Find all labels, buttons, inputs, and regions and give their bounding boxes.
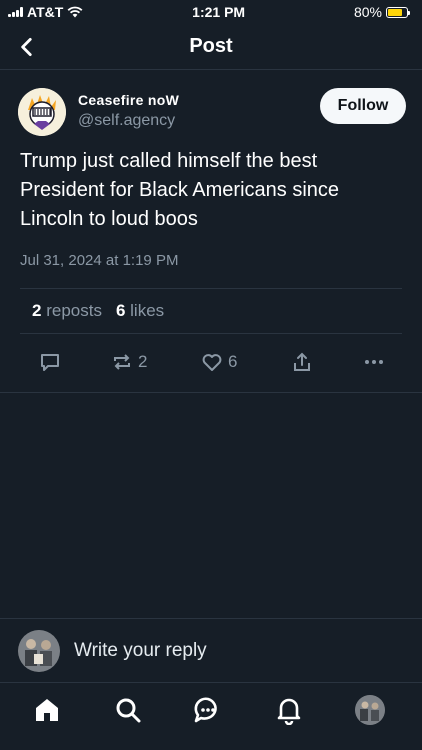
more-options-icon <box>365 360 383 364</box>
follow-button[interactable]: Follow <box>320 88 406 124</box>
likes-label: likes <box>130 301 165 320</box>
battery-percent: 80% <box>353 4 382 20</box>
tab-notifications[interactable] <box>274 695 304 726</box>
signal-icon <box>8 7 23 17</box>
likes-count: 6 <box>115 301 126 320</box>
reposts-count: 2 <box>32 301 42 320</box>
post-divider <box>0 392 422 393</box>
home-icon <box>36 699 58 721</box>
like-count: 6 <box>228 352 238 371</box>
carrier-label: AT&T <box>27 4 64 20</box>
author-avatar[interactable] <box>18 88 66 136</box>
more-options-button[interactable] <box>362 350 386 374</box>
share-button[interactable] <box>290 350 314 374</box>
repost-icon <box>114 354 130 370</box>
reposts-label: reposts <box>46 301 102 320</box>
engagement-stats: 2 reposts 6 likes <box>20 288 402 334</box>
page-title: Post <box>189 35 233 57</box>
profile-avatar-image <box>355 695 385 725</box>
like-button[interactable]: 6 <box>200 350 237 374</box>
back-chevron-icon[interactable] <box>14 34 40 60</box>
chat-icon <box>194 697 217 723</box>
reply-bar[interactable]: Write your reply <box>0 618 422 682</box>
post-timestamp: Jul 31, 2024 at 1:19 PM <box>20 252 179 269</box>
likes-stat[interactable]: 6 likes <box>116 301 164 321</box>
reposts-stat[interactable]: 2 reposts <box>32 301 102 321</box>
reply-user-avatar <box>18 629 60 672</box>
tab-home[interactable] <box>32 695 62 725</box>
bell-icon <box>277 698 301 726</box>
repost-count: 2 <box>138 352 148 371</box>
author-display-name[interactable]: Ceasefire noW <box>78 92 179 108</box>
battery-icon <box>386 6 410 18</box>
post-actions: 2 6 <box>0 350 422 382</box>
repost-button[interactable]: 2 <box>110 350 147 374</box>
reply-icon <box>41 354 59 371</box>
author-handle[interactable]: @self.agency <box>78 112 175 130</box>
tab-bar <box>0 682 422 750</box>
wifi-icon <box>67 6 83 18</box>
tab-search[interactable] <box>113 695 143 725</box>
reply-input[interactable]: Write your reply <box>74 640 207 662</box>
profile-avatar <box>355 695 385 725</box>
reply-user-avatar-image <box>18 629 60 672</box>
heart-icon <box>202 354 222 371</box>
search-icon <box>116 698 141 723</box>
tab-profile[interactable] <box>355 695 385 725</box>
share-icon <box>294 352 310 371</box>
post-text: Trump just called himself the best Presi… <box>20 150 340 230</box>
status-left: AT&T <box>8 4 83 20</box>
reply-button[interactable] <box>38 350 62 374</box>
clock: 1:21 PM <box>192 4 246 20</box>
author-avatar-image <box>18 88 66 136</box>
status-bar: AT&T 1:21 PM 80% <box>0 0 422 24</box>
author-row: Ceasefire noW @self.agency Follow <box>18 88 406 140</box>
nav-header: Post <box>0 24 422 70</box>
tab-chat[interactable] <box>193 695 223 725</box>
status-right: 80% <box>353 4 410 20</box>
